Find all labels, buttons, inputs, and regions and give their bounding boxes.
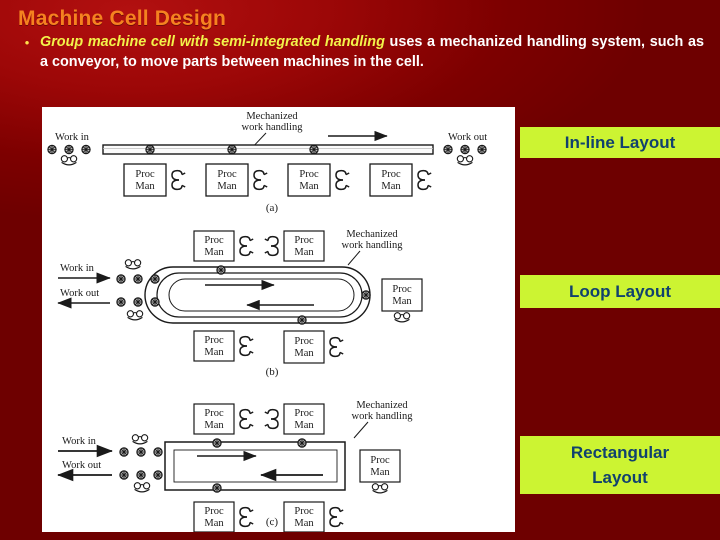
svg-text:Proc: Proc — [370, 455, 390, 466]
svg-text:Proc: Proc — [392, 284, 412, 295]
callout-rectangular-layout: Rectangular Layout — [520, 436, 720, 494]
svg-text:Man: Man — [204, 347, 224, 358]
svg-text:Work out: Work out — [62, 460, 101, 471]
callout-loop-layout-text: Loop Layout — [569, 282, 671, 301]
callout-inline-layout-text: In-line Layout — [564, 133, 676, 152]
figure-caption-c: (c) — [266, 516, 279, 528]
callout-rectangular-layout-line2: Layout — [592, 468, 648, 487]
page-title: Machine Cell Design — [18, 7, 227, 30]
slide-canvas: Machine Cell Design • Group machine cell… — [0, 0, 720, 540]
svg-text:Man: Man — [204, 420, 224, 431]
svg-text:Proc: Proc — [294, 336, 314, 347]
svg-text:Proc: Proc — [381, 169, 401, 180]
svg-text:Mechanized: Mechanized — [356, 400, 408, 411]
svg-text:(a): (a) — [266, 202, 279, 214]
svg-text:Proc: Proc — [204, 235, 224, 246]
figure-svg: Mechanized work handling Work in Work ou… — [42, 107, 515, 532]
svg-text:Man: Man — [217, 181, 237, 192]
svg-text:Man: Man — [370, 467, 390, 478]
bullet-text: Group machine cell with semi-integrated … — [40, 33, 704, 72]
svg-text:Proc: Proc — [294, 408, 314, 419]
svg-text:Proc: Proc — [204, 408, 224, 419]
svg-text:Proc: Proc — [204, 335, 224, 346]
svg-text:Proc: Proc — [294, 506, 314, 517]
svg-text:work handling: work handling — [342, 240, 404, 251]
svg-text:Proc: Proc — [299, 169, 319, 180]
svg-text:Work out: Work out — [448, 132, 487, 143]
svg-text:Man: Man — [294, 348, 314, 359]
svg-text:Proc: Proc — [217, 169, 237, 180]
svg-text:Proc: Proc — [135, 169, 155, 180]
svg-text:Work in: Work in — [55, 132, 90, 143]
svg-text:Mechanized: Mechanized — [346, 229, 398, 240]
svg-text:Work in: Work in — [60, 263, 95, 274]
svg-text:Man: Man — [299, 181, 319, 192]
callout-rectangular-layout-line1: Rectangular — [570, 443, 670, 462]
svg-text:(b): (b) — [266, 366, 279, 378]
svg-text:Man: Man — [392, 296, 412, 307]
svg-text:Man: Man — [135, 181, 155, 192]
svg-text:Man: Man — [294, 420, 314, 431]
callout-inline-layout: In-line Layout — [520, 127, 720, 158]
bullet-marker-icon: • — [24, 35, 30, 50]
bullet-item: • Group machine cell with semi-integrate… — [14, 33, 704, 72]
callout-loop-layout: Loop Layout — [520, 275, 720, 308]
svg-text:Work out: Work out — [60, 288, 99, 299]
svg-text:Man: Man — [294, 518, 314, 529]
figure-image: Mechanized work handling Work in Work ou… — [42, 107, 515, 532]
svg-text:Work in: Work in — [62, 436, 97, 447]
bullet-emphasis: Group machine cell with semi-integrated … — [40, 34, 385, 50]
svg-text:Proc: Proc — [204, 506, 224, 517]
svg-text:work handling: work handling — [242, 122, 304, 133]
svg-text:Man: Man — [381, 181, 401, 192]
svg-text:work handling: work handling — [352, 411, 414, 422]
svg-text:Man: Man — [294, 247, 314, 258]
svg-text:Mechanized: Mechanized — [246, 111, 298, 122]
svg-text:Man: Man — [204, 518, 224, 529]
svg-text:Man: Man — [204, 247, 224, 258]
svg-text:Proc: Proc — [294, 235, 314, 246]
